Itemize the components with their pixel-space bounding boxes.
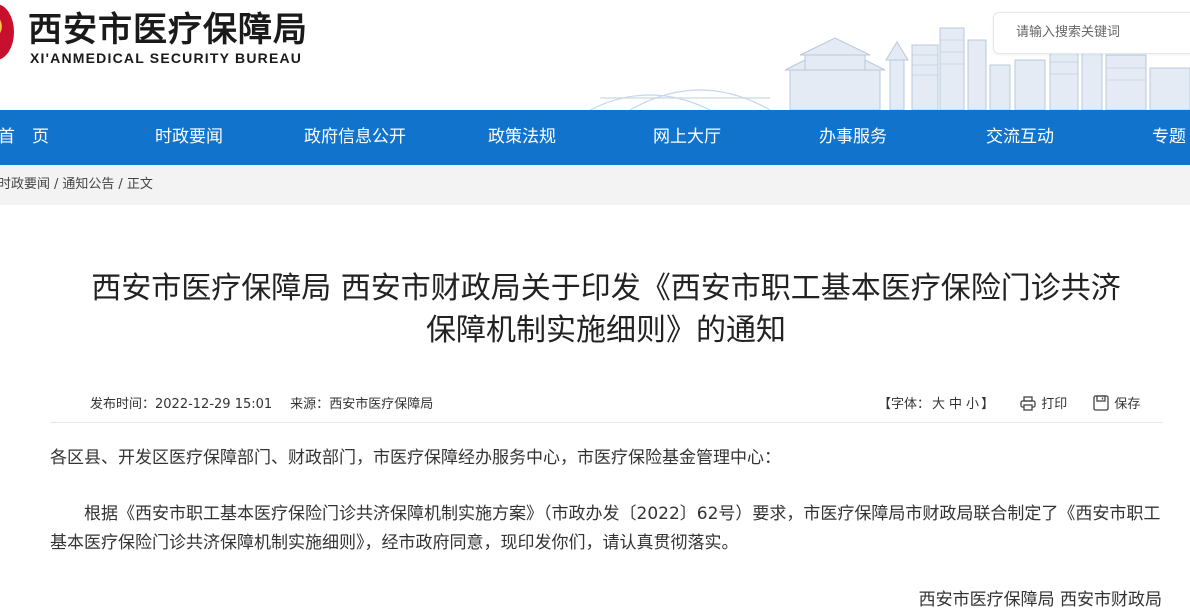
print-button[interactable]: 打印 [1020, 393, 1067, 412]
save-label: 保存 [1114, 397, 1141, 412]
article-paragraph-1: 各区县、开发区医疗保障部门、财政部门，市医疗保障经办服务中心，市医疗保险基金管理… [50, 448, 781, 468]
nav-item-online-hall[interactable]: 网上大厅 [653, 110, 721, 165]
nav-item-gov-info[interactable]: 政府信息公开 [304, 110, 406, 165]
nav-item-news[interactable]: 时政要闻 [155, 110, 223, 165]
article-tools: 【字体：大中小】 打印 保存 [878, 393, 1140, 412]
breadcrumb-current: 正文 [126, 177, 153, 192]
print-label: 打印 [1041, 397, 1068, 412]
font-size-prefix: 【字体： [878, 397, 931, 412]
search-box [993, 12, 1190, 54]
breadcrumb: 时政要闻 / 通知公告 / 正文 [0, 165, 153, 205]
publish-time-label: 发布时间： [90, 397, 156, 412]
article-paragraph-2: 根据《西安市职工基本医疗保险门诊共济保障机制实施方案》（市政办发〔2022〕62… [50, 504, 1161, 553]
article-paragraph-3-partial: 西安市医疗保障局 西安市财政局 [918, 590, 1162, 610]
breadcrumb-news[interactable]: 时政要闻 [0, 177, 50, 192]
national-emblem-icon [0, 4, 14, 60]
nav-item-policy[interactable]: 政策法规 [488, 110, 556, 165]
nav-item-interaction[interactable]: 交流互动 [986, 110, 1054, 165]
site-header: 西安市医疗保障局 XI'ANMEDICAL SECURITY BUREAU [0, 0, 1190, 110]
site-subtitle: XI'ANMEDICAL SECURITY BUREAU [30, 50, 303, 66]
font-size-small[interactable]: 小 [966, 397, 979, 412]
breadcrumb-separator: / [54, 177, 59, 192]
source-value: 西安市医疗保障局 [329, 397, 434, 412]
nav-item-topics[interactable]: 专题 [1152, 110, 1186, 165]
main-nav: 首 页 时政要闻 政府信息公开 政策法规 网上大厅 办事服务 交流互动 专题 [0, 110, 1190, 165]
save-icon [1093, 395, 1110, 411]
font-size-suffix: 】 [981, 397, 995, 412]
breadcrumb-separator: / [118, 177, 123, 192]
source-label: 来源： [290, 397, 330, 412]
site-title[interactable]: 西安市医疗保障局 [28, 2, 308, 51]
font-size-medium[interactable]: 中 [949, 397, 962, 412]
breadcrumb-bar: 时政要闻 / 通知公告 / 正文 [0, 165, 1190, 205]
save-button[interactable]: 保存 [1093, 393, 1140, 412]
article-title: 西安市医疗保障局 西安市财政局关于印发《西安市职工基本医疗保险门诊共济 保障机制… [50, 268, 1162, 352]
article-title-line2: 保障机制实施细则》的通知 [426, 313, 786, 348]
article-title-line1: 西安市医疗保障局 西安市财政局关于印发《西安市职工基本医疗保险门诊共济 [91, 271, 1121, 306]
nav-item-services[interactable]: 办事服务 [819, 110, 887, 165]
printer-icon [1020, 396, 1036, 411]
nav-item-home[interactable]: 首 页 [0, 110, 49, 165]
search-input[interactable] [994, 13, 1186, 51]
breadcrumb-notices[interactable]: 通知公告 [62, 177, 114, 192]
meta-divider [50, 422, 1162, 423]
publish-time: 2022-12-29 15:01 [155, 397, 273, 412]
font-size-large[interactable]: 大 [932, 397, 945, 412]
article-meta: 发布时间：2022-12-29 15:01 来源：西安市医疗保障局 [90, 393, 433, 412]
